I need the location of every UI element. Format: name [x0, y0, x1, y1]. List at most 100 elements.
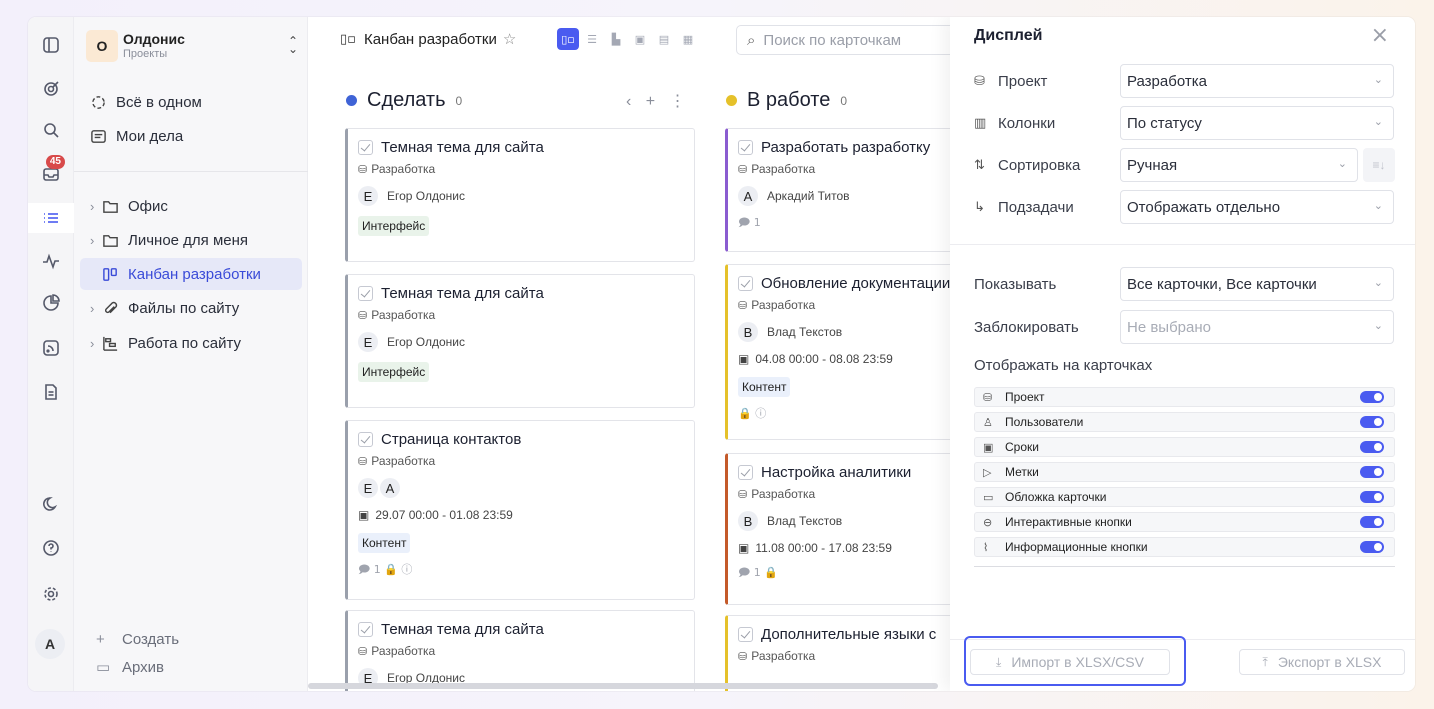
subtasks-select[interactable]: Отображать отдельно ⌄: [1120, 190, 1394, 224]
sidebar-item-kanban[interactable]: Канбан разработки: [80, 258, 302, 290]
sidebar-item-office[interactable]: › Офис: [80, 190, 302, 222]
calendar-view-icon[interactable]: ▣: [629, 28, 651, 50]
database-icon: ⛁: [358, 162, 368, 176]
kanban-card[interactable]: Темная тема для сайта ⛁ Разработка E Егор …: [345, 274, 695, 408]
show-select[interactable]: Все карточки, Все карточки ⌄: [1120, 267, 1394, 301]
list-icon[interactable]: [28, 203, 74, 233]
app-window: 45 A О Олдонис Проекты ⌃ ⌄ Всё в одном М…: [28, 17, 1415, 691]
sort-direction-icon[interactable]: ≡↓: [1363, 148, 1395, 182]
checkbox[interactable]: [738, 626, 753, 642]
toggle-row-info-buttons[interactable]: ⌇ Информационные кнопки: [974, 537, 1395, 557]
star-icon[interactable]: ☆: [503, 30, 516, 48]
sidebar-item-all-in-one[interactable]: Всё в одном: [80, 86, 302, 118]
checkbox[interactable]: [738, 275, 753, 291]
toggle-row-labels[interactable]: ▷ Метки: [974, 462, 1395, 482]
timeline-view-icon[interactable]: ▤: [653, 28, 675, 50]
sort-select[interactable]: Ручная ⌄: [1120, 148, 1358, 182]
chevron-right-icon[interactable]: ›: [90, 233, 102, 248]
checkbox[interactable]: [358, 139, 373, 155]
tag-badge: Контент: [738, 377, 791, 397]
search-input[interactable]: ⌕ Поиск по карточкам: [736, 25, 956, 55]
horizontal-scrollbar[interactable]: [308, 683, 938, 689]
chevron-right-icon[interactable]: ›: [90, 199, 102, 214]
grid-view-icon[interactable]: ▦: [677, 28, 699, 50]
user-icon: ♙: [983, 415, 993, 429]
help-icon[interactable]: [35, 533, 67, 563]
archive-button[interactable]: ▭ Архив: [96, 658, 164, 677]
avatar: A: [380, 478, 400, 498]
toggle-switch[interactable]: [1360, 541, 1384, 553]
toggle-row-interactive-buttons[interactable]: ⊖ Интерактивные кнопки: [974, 512, 1395, 532]
checkbox[interactable]: [358, 621, 373, 637]
toggle-row-users[interactable]: ♙ Пользователи: [974, 412, 1395, 432]
document-icon[interactable]: [35, 377, 67, 407]
project-row: ⛁ Проект Разработка ⌄: [974, 64, 1394, 98]
chevron-updown-icon[interactable]: ⌃ ⌄: [288, 35, 298, 55]
toggle-switch[interactable]: [1360, 441, 1384, 453]
activity-icon[interactable]: [35, 246, 67, 276]
kanban-view-icon[interactable]: ▯▫: [557, 28, 579, 50]
kanban-card[interactable]: Темная тема для сайта ⛁ Разработка E Егор …: [345, 128, 695, 262]
rss-icon[interactable]: [35, 333, 67, 363]
chevron-right-icon[interactable]: ›: [90, 301, 102, 316]
kanban-card[interactable]: Темная тема для сайта ⛁ Разработка E Егор …: [345, 610, 695, 691]
kanban-card[interactable]: Дополнительные языки с ⛁ Разработка: [725, 615, 965, 691]
checkbox[interactable]: [738, 464, 753, 480]
chevron-right-icon[interactable]: ›: [90, 336, 102, 351]
column-actions[interactable]: ‹ + ⋮: [626, 91, 686, 111]
tag-badge: Контент: [358, 533, 411, 553]
chevron-down-icon: ⌄: [1373, 74, 1383, 86]
kanban-card[interactable]: Настройка аналитики ⛁ Разработка B Влад Те…: [725, 453, 965, 605]
toggle-switch[interactable]: [1360, 516, 1384, 528]
on-cards-label: Отображать на карточках: [974, 357, 1153, 374]
project-select[interactable]: Разработка ⌄: [1120, 64, 1394, 98]
list-view-icon[interactable]: ☰: [581, 28, 603, 50]
lock-row: Заблокировать Не выбрано ⌄: [974, 310, 1394, 344]
kanban-card[interactable]: Страница контактов ⛁ Разработка EA ▣ 29.07…: [345, 420, 695, 600]
target-icon[interactable]: [35, 74, 67, 104]
gantt-view-icon[interactable]: ▙: [605, 28, 627, 50]
kanban-card[interactable]: Разработать разработку ⛁ Разработка A Арка…: [725, 128, 965, 252]
notifications-badge: 45: [45, 155, 65, 169]
moon-icon[interactable]: [35, 489, 67, 519]
folder-icon: [102, 198, 128, 215]
folder-icon: [102, 232, 128, 249]
board-area: ▯▫ Канбан разработки ☆ ▯▫ ☰ ▙ ▣ ▤ ▦ ⌕ По…: [308, 17, 965, 691]
avatar: B: [738, 322, 758, 342]
toggle-switch[interactable]: [1360, 391, 1384, 403]
toggle-switch[interactable]: [1360, 466, 1384, 478]
checkbox[interactable]: [358, 285, 373, 301]
sidebar-item-site-work[interactable]: › Работа по сайту: [80, 327, 302, 359]
import-button[interactable]: ⤓ Импорт в XLSX/CSV: [970, 649, 1170, 675]
status-dot: [346, 95, 357, 106]
gear-icon[interactable]: [35, 579, 67, 609]
sidebar-toggle-icon[interactable]: [35, 30, 67, 60]
lock-select[interactable]: Не выбрано ⌄: [1120, 310, 1394, 344]
columns-select[interactable]: По статусу ⌄: [1120, 106, 1394, 140]
inbox-icon[interactable]: 45: [35, 155, 67, 189]
upload-icon: ⤒: [1262, 654, 1268, 669]
sidebar-item-my-tasks[interactable]: Мои дела: [80, 120, 302, 152]
sidebar-item-site-files[interactable]: › Файлы по сайту: [80, 292, 302, 324]
sidebar-item-personal[interactable]: › Личное для меня: [80, 224, 302, 256]
toggle-row-dates[interactable]: ▣ Сроки: [974, 437, 1395, 457]
database-icon: ⛁: [738, 487, 748, 501]
create-button[interactable]: + Создать: [96, 631, 179, 648]
toggle-switch[interactable]: [1360, 491, 1384, 503]
kanban-card[interactable]: Обновление документации ⛁ Разработка B Вла…: [725, 264, 965, 440]
chevron-down-icon: ⌄: [1373, 277, 1383, 289]
pie-chart-icon[interactable]: [35, 288, 67, 318]
toggle-row-project[interactable]: ⛁ Проект: [974, 387, 1395, 407]
workspace-switcher[interactable]: О Олдонис Проекты ⌃ ⌄: [86, 29, 298, 63]
toggle-switch[interactable]: [1360, 416, 1384, 428]
sort-icon: ⇅: [974, 157, 985, 173]
close-icon[interactable]: ×: [1371, 23, 1389, 48]
button-icon: ⊖: [983, 515, 993, 529]
subtask-icon: ↳: [974, 199, 985, 215]
checkbox[interactable]: [358, 431, 373, 447]
export-button[interactable]: ⤒ Экспорт в XLSX: [1239, 649, 1405, 675]
user-avatar[interactable]: A: [35, 629, 65, 659]
checkbox[interactable]: [738, 139, 753, 155]
toggle-row-cover[interactable]: ▭ Обложка карточки: [974, 487, 1395, 507]
search-icon[interactable]: [35, 115, 67, 145]
